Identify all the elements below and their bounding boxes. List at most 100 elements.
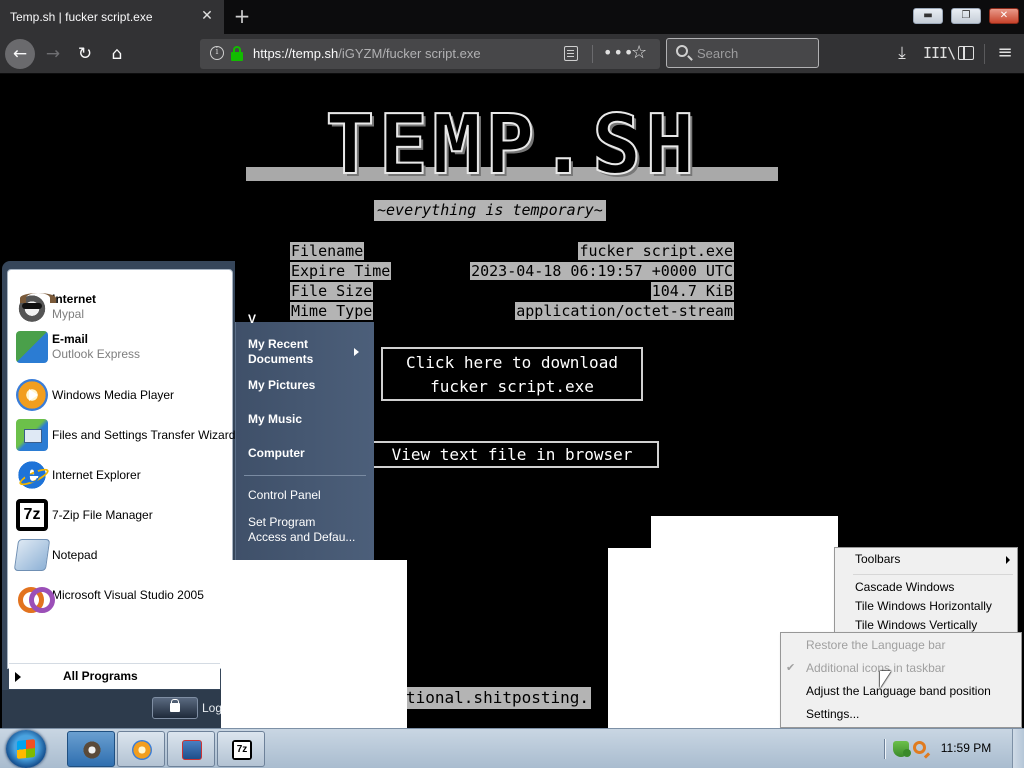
close-tab-icon[interactable]: ✕ <box>200 9 214 23</box>
visual-studio-icon <box>16 579 55 613</box>
menu-item-toolbars[interactable]: Toolbars <box>855 552 900 566</box>
start-item-label: E-mail <box>52 332 89 346</box>
start-right-my-pictures[interactable]: My Pictures <box>248 378 315 393</box>
lock-icon <box>170 699 180 712</box>
url-path: /iGYZM/fucker script.exe <box>338 46 481 61</box>
outlook-express-icon <box>16 331 48 363</box>
display-icon <box>182 740 202 760</box>
start-item-internet[interactable]: Internet Mypal <box>16 289 96 325</box>
menu-item-restore-language-bar[interactable]: Restore the Language bar <box>806 638 945 652</box>
lock-button[interactable] <box>152 697 198 719</box>
site-info-icon[interactable]: i <box>210 46 224 60</box>
file-info-value: 2023-04-18 06:19:57 +0000 UTC <box>470 262 734 280</box>
start-item-transfer-wizard[interactable]: Files and Settings Transfer Wizard <box>16 417 235 453</box>
minimize-button[interactable]: ▬ <box>913 8 943 24</box>
all-programs-arrow-icon <box>15 672 21 682</box>
show-desktop-button[interactable] <box>1012 729 1024 768</box>
footer-link[interactable]: tional.shitposting. <box>406 687 592 709</box>
search-box[interactable] <box>666 38 819 68</box>
taskbar-button-media-player[interactable] <box>117 731 165 767</box>
log-off-label[interactable]: Log <box>202 701 222 715</box>
taskbar: 11:59 PM <box>0 728 1024 768</box>
7zip-icon <box>232 740 252 760</box>
taskbar-button-display[interactable] <box>167 731 215 767</box>
recent-documents-line2: Documents <box>248 352 314 366</box>
browser-tab[interactable]: Temp.sh | fucker script.exe ✕ <box>0 0 224 34</box>
blank-window <box>608 548 652 728</box>
close-icon: ✕ <box>999 10 1009 21</box>
right-pane-partial-item[interactable]: V <box>248 312 256 326</box>
right-pane-divider <box>244 475 366 476</box>
maximize-icon: ❐ <box>961 10 971 21</box>
url-separator <box>592 45 593 63</box>
taskbar-button-7zip[interactable] <box>217 731 265 767</box>
all-programs-label: All Programs <box>63 669 138 683</box>
start-item-label: 7-Zip File Manager <box>52 507 153 522</box>
start-right-recent-documents[interactable]: My Recent Documents <box>248 337 313 367</box>
minimize-icon: ▬ <box>923 10 933 21</box>
submenu-arrow-icon <box>354 348 359 356</box>
page-actions-icon[interactable]: ••• <box>603 43 634 62</box>
lock-icon[interactable] <box>230 46 244 62</box>
bookmark-star-icon[interactable]: ☆ <box>631 43 647 63</box>
blank-window <box>221 560 407 728</box>
set-program-line2: Access and Defau... <box>248 530 356 544</box>
menu-item-tile-horizontally[interactable]: Tile Windows Horizontally <box>855 599 992 613</box>
taskbar-button-mypal[interactable] <box>67 731 115 767</box>
mouse-cursor-icon <box>880 671 891 688</box>
search-icon <box>676 45 688 57</box>
url-text[interactable]: https://temp.sh/iGYZM/fucker script.exe <box>253 46 481 61</box>
close-window-button[interactable]: ✕ <box>989 8 1019 24</box>
start-item-7zip[interactable]: 7-Zip File Manager <box>16 497 153 533</box>
start-right-my-music[interactable]: My Music <box>248 412 302 427</box>
start-item-internet-explorer[interactable]: Internet Explorer <box>16 457 141 493</box>
file-info-value: application/octet-stream <box>515 302 734 320</box>
search-input[interactable] <box>697 43 812 63</box>
mypal-icon <box>82 740 102 760</box>
home-button[interactable]: ⌂ <box>102 39 132 69</box>
temp-sh-logo: TEMP.SH <box>246 104 778 188</box>
language-band-grip[interactable] <box>884 739 886 759</box>
menu-item-tile-vertically[interactable]: Tile Windows Vertically <box>855 618 977 632</box>
menu-item-settings[interactable]: Settings... <box>806 707 859 721</box>
menu-item-cascade-windows[interactable]: Cascade Windows <box>855 580 954 594</box>
language-band-context-menu: Restore the Language bar ✔ Additional ic… <box>780 632 1022 728</box>
view-text-button[interactable]: View text file in browser <box>365 441 659 468</box>
set-program-line1: Set Program <box>248 515 316 529</box>
start-item-notepad[interactable]: Notepad <box>13 537 98 573</box>
start-item-label: Files and Settings Transfer Wizard <box>52 427 236 442</box>
start-item-email[interactable]: E-mail Outlook Express <box>16 329 140 365</box>
start-right-computer[interactable]: Computer <box>248 446 305 461</box>
network-icon[interactable] <box>903 749 911 757</box>
reader-view-icon[interactable] <box>564 46 578 61</box>
hamburger-menu-icon[interactable]: ≡ <box>994 43 1016 63</box>
toolbar-separator <box>984 44 985 64</box>
download-button[interactable]: Click here to download fucker script.exe <box>381 347 643 401</box>
start-item-windows-media-player[interactable]: Windows Media Player <box>16 377 174 413</box>
start-right-set-program-access[interactable]: Set Program Access and Defau... <box>248 515 355 545</box>
reload-button[interactable]: ↻ <box>70 39 100 69</box>
search-tray-icon[interactable] <box>913 741 926 754</box>
windows-media-player-icon <box>16 379 48 411</box>
menu-item-adjust-language-band[interactable]: Adjust the Language band position <box>806 684 991 698</box>
start-item-label: Internet Explorer <box>52 467 141 482</box>
tagline: ~everything is temporary~ <box>374 200 606 221</box>
mypal-icon <box>16 291 56 323</box>
back-button[interactable]: ← <box>5 39 35 69</box>
start-item-visual-studio[interactable]: Microsoft Visual Studio 2005 <box>16 577 204 613</box>
start-item-label: Notepad <box>52 547 98 562</box>
file-info-row: Filename fucker script.exe <box>290 242 734 262</box>
all-programs-button[interactable]: All Programs <box>9 663 220 689</box>
new-tab-button[interactable]: + <box>232 6 252 26</box>
downloads-icon[interactable]: ⤓ <box>891 43 913 63</box>
url-bar[interactable]: i https://temp.sh/iGYZM/fucker script.ex… <box>200 39 660 69</box>
taskbar-clock[interactable]: 11:59 PM <box>936 741 996 755</box>
start-button[interactable] <box>6 730 46 768</box>
forward-button[interactable]: → <box>38 39 68 69</box>
file-info-key: Filename <box>290 242 365 260</box>
sidebar-icon[interactable] <box>955 43 977 63</box>
library-icon[interactable]: III\ <box>923 43 956 63</box>
start-right-control-panel[interactable]: Control Panel <box>248 488 321 503</box>
maximize-button[interactable]: ❐ <box>951 8 981 24</box>
menu-item-additional-icons[interactable]: Additional icons in taskbar <box>806 661 945 675</box>
